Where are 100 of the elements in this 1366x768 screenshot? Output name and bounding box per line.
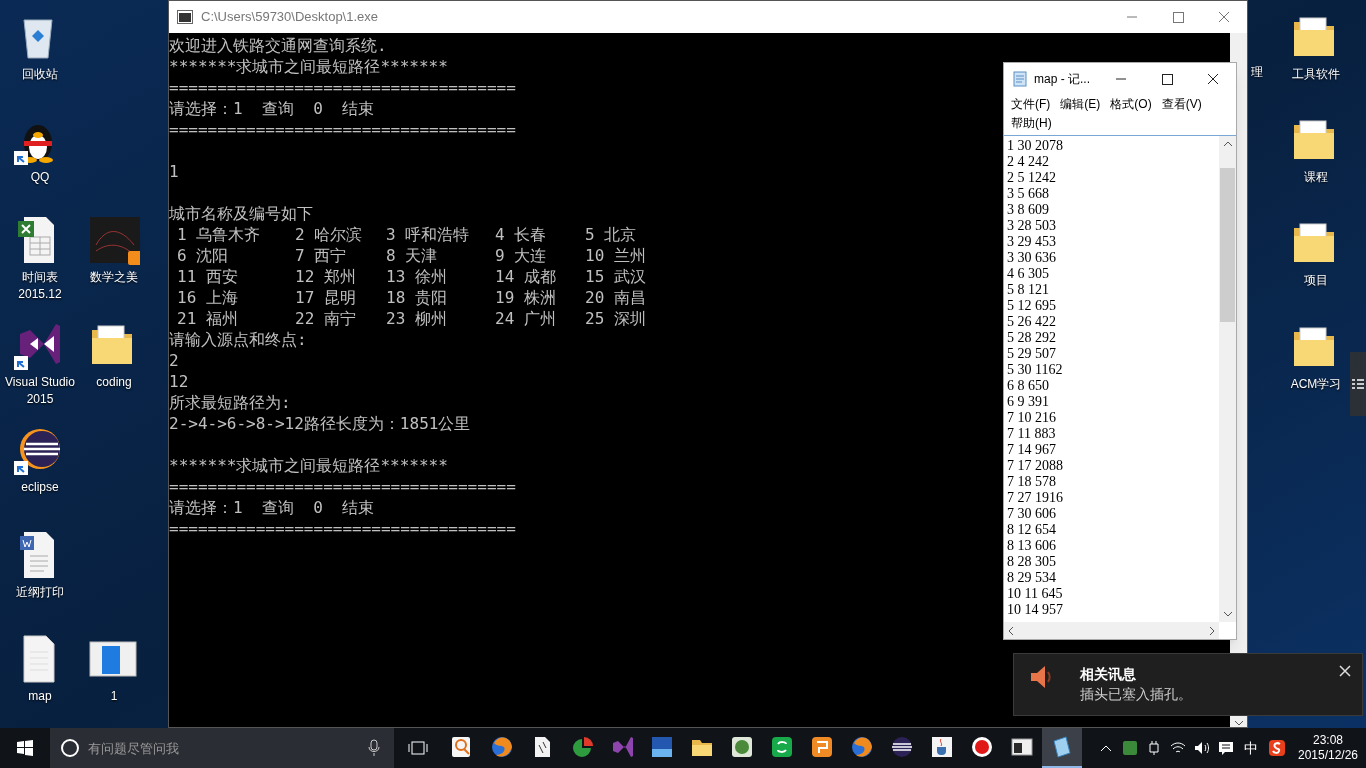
text-line: 5 8 121 bbox=[1007, 282, 1050, 298]
s-logo-icon bbox=[1268, 739, 1286, 757]
search-field[interactable]: 有问题尽管问我 bbox=[50, 728, 394, 768]
city-entry: 5 北京 bbox=[585, 224, 637, 245]
scroll-down-icon[interactable] bbox=[1233, 719, 1244, 727]
text-line: 3 5 668 bbox=[1007, 186, 1050, 202]
text-line: 6 9 391 bbox=[1007, 394, 1050, 410]
vertical-scrollbar[interactable] bbox=[1219, 136, 1236, 622]
desktop-icon-label[interactable]: 项目 bbox=[1278, 272, 1354, 289]
console-line: 所求最短路径为: bbox=[169, 392, 291, 413]
text-line: 10 11 645 bbox=[1007, 586, 1064, 602]
city-entry: 21 福州 bbox=[177, 308, 238, 329]
text-line: 8 28 305 bbox=[1007, 554, 1057, 570]
desktop-icon-label[interactable]: 1 bbox=[76, 688, 152, 705]
horizontal-scrollbar[interactable] bbox=[1004, 622, 1219, 639]
console-line: *******求城市之间最短路径******* bbox=[169, 455, 448, 476]
desktop-icon-label[interactable]: 回收站 bbox=[2, 66, 78, 83]
console-line: 1 bbox=[169, 161, 179, 182]
text-line: 3 8 609 bbox=[1007, 202, 1050, 218]
console-line: 12 bbox=[169, 371, 189, 392]
menu-item[interactable]: 帮助(H) bbox=[1008, 114, 1055, 133]
text-line: 8 13 606 bbox=[1007, 538, 1057, 554]
book-cover-icon[interactable] bbox=[88, 215, 140, 265]
text-line: 10 14 957 bbox=[1007, 602, 1064, 618]
desktop-icon-label[interactable]: 近纲打印 bbox=[2, 584, 78, 601]
close-icon bbox=[1339, 665, 1351, 677]
city-entry: 2 哈尔滨 bbox=[295, 224, 363, 245]
city-entry: 14 成都 bbox=[495, 266, 556, 287]
text-line: 3 28 503 bbox=[1007, 218, 1057, 234]
console-line: ==================================== bbox=[169, 518, 516, 539]
notification-toast[interactable]: 相关讯息 插头已塞入插孔。 bbox=[1013, 653, 1363, 716]
notification-message: 插头已塞入插孔。 bbox=[1080, 685, 1192, 704]
city-entry: 23 柳州 bbox=[386, 308, 447, 329]
desktop-icon-label[interactable]: 理 bbox=[1251, 63, 1263, 81]
desktop-icon-label[interactable]: Visual Studio 2015 bbox=[2, 374, 78, 408]
text-line: 7 11 883 bbox=[1007, 426, 1057, 442]
text-line: 7 10 216 bbox=[1007, 410, 1057, 426]
text-line: 4 6 305 bbox=[1007, 266, 1050, 282]
scroll-thumb[interactable] bbox=[1220, 168, 1235, 322]
desktop-icon-label[interactable]: map bbox=[2, 688, 78, 705]
scroll-right-icon[interactable] bbox=[1208, 625, 1216, 636]
s-logo-icon bbox=[770, 735, 794, 759]
notepad-app-icon bbox=[1012, 71, 1028, 87]
city-entry: 20 南昌 bbox=[585, 287, 646, 308]
app-tile-icon bbox=[650, 735, 674, 759]
minimize-icon bbox=[1127, 16, 1137, 18]
plug-icon bbox=[1146, 740, 1162, 756]
console-app-icon bbox=[177, 10, 193, 24]
desktop-icon-label[interactable]: 工具软件 bbox=[1278, 66, 1354, 83]
text-line: 7 27 1916 bbox=[1007, 490, 1064, 506]
console-line: ==================================== bbox=[169, 476, 516, 497]
text-line: 5 28 292 bbox=[1007, 330, 1057, 346]
windows-logo-icon bbox=[17, 740, 33, 756]
pie-chart-icon bbox=[570, 735, 594, 759]
menu-item[interactable]: 格式(O) bbox=[1107, 95, 1155, 114]
notification-title: 相关讯息 bbox=[1080, 665, 1137, 684]
city-entry: 25 深圳 bbox=[585, 308, 646, 329]
scroll-left-icon[interactable] bbox=[1007, 625, 1015, 636]
text-line: 7 30 606 bbox=[1007, 506, 1057, 522]
p-logo-icon bbox=[810, 735, 834, 759]
menu-item[interactable]: 查看(V) bbox=[1158, 95, 1205, 114]
record-icon bbox=[970, 735, 994, 759]
text-line: 5 29 507 bbox=[1007, 346, 1057, 362]
input-method-button[interactable]: 中 bbox=[1238, 728, 1264, 768]
desktop-icon-label[interactable]: coding bbox=[76, 374, 152, 391]
console-line: ==================================== bbox=[169, 77, 516, 98]
text-line: 2 4 242 bbox=[1007, 154, 1050, 170]
city-entry: 12 郑州 bbox=[295, 266, 356, 287]
window-title: map - 记... bbox=[1034, 71, 1090, 88]
desktop-icon-label[interactable]: QQ bbox=[2, 169, 78, 186]
taskbar-app-button[interactable] bbox=[1042, 728, 1082, 768]
menu-item[interactable]: 文件(F) bbox=[1008, 95, 1054, 114]
console-line: ==================================== bbox=[169, 119, 516, 140]
console-line: 请选择：1 查询 0 结束 bbox=[169, 98, 375, 119]
city-entry: 24 广州 bbox=[495, 308, 556, 329]
globe-icon bbox=[490, 735, 514, 759]
console-line: 2 bbox=[169, 350, 179, 371]
city-entry: 3 呼和浩特 bbox=[386, 224, 470, 245]
desktop-icon-label[interactable]: 时间表 2015.12 bbox=[2, 269, 78, 303]
visual-studio-icon bbox=[610, 735, 634, 759]
city-entry: 15 武汉 bbox=[585, 266, 646, 287]
minimize-icon bbox=[1116, 78, 1126, 80]
text-line: 8 29 534 bbox=[1007, 570, 1057, 586]
close-icon bbox=[1219, 12, 1229, 22]
speaker-icon bbox=[1028, 664, 1054, 690]
clock-button[interactable]: 23:08 2015/12/26 bbox=[1290, 728, 1366, 768]
action-center-icon bbox=[1218, 740, 1234, 756]
desktop-icon-label[interactable]: 课程 bbox=[1278, 169, 1354, 186]
city-entry: 6 沈阳 bbox=[177, 245, 229, 266]
list-panel-icon[interactable] bbox=[1352, 378, 1364, 390]
menu-item[interactable]: 编辑(E) bbox=[1057, 95, 1104, 114]
desktop-icon-label[interactable]: ACM学习 bbox=[1278, 376, 1354, 393]
desktop-icon-label[interactable]: 数学之美 bbox=[76, 269, 152, 286]
city-entry: 10 兰州 bbox=[585, 245, 646, 266]
notepad-icon bbox=[1050, 735, 1074, 759]
desktop-icon-label[interactable]: eclipse bbox=[2, 479, 78, 496]
close-icon bbox=[1208, 74, 1218, 84]
text-line: 3 29 453 bbox=[1007, 234, 1057, 250]
window-title: C:\Users\59730\Desktop\1.exe bbox=[201, 8, 379, 27]
tray-app-icon bbox=[1122, 740, 1138, 756]
